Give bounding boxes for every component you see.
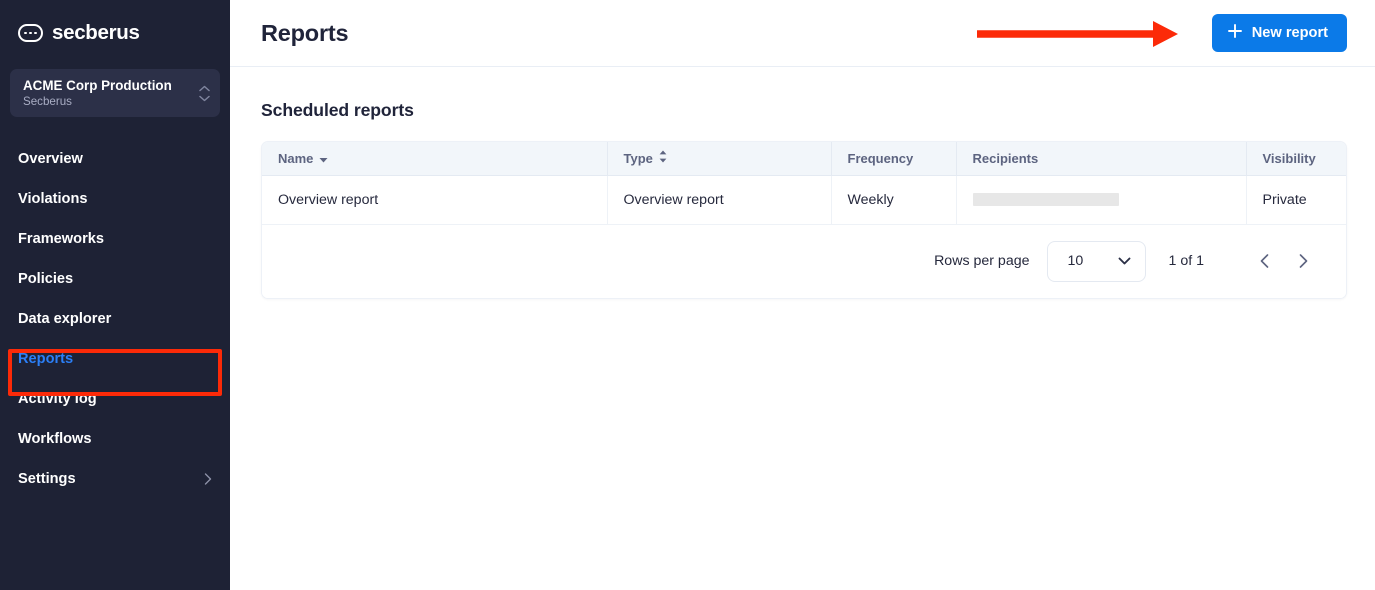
- sidebar-item-activity-log[interactable]: Activity log: [0, 379, 230, 419]
- table-head: Name Type Frequency Recipients Visibilit…: [262, 142, 1346, 176]
- column-header-frequency[interactable]: Frequency: [831, 142, 957, 176]
- main-content: Reports New report Scheduled reports Nam…: [230, 0, 1375, 590]
- cell-recipients: [956, 175, 1247, 225]
- page-header: Reports New report: [230, 0, 1375, 67]
- brand-logo[interactable]: secberus: [0, 0, 230, 66]
- column-header-recipients[interactable]: Recipients: [956, 142, 1247, 176]
- scheduled-reports-card: Name Type Frequency Recipients Visibilit…: [261, 141, 1347, 299]
- sidebar-item-label: Violations: [18, 191, 88, 207]
- rows-per-page-select[interactable]: 10: [1046, 240, 1146, 282]
- cell-type: Overview report: [607, 175, 832, 225]
- app-root: secberus ACME Corp Production Secberus O…: [0, 0, 1375, 590]
- table-body: Overview report Overview report Weekly P…: [262, 175, 1346, 225]
- rows-per-page-label: Rows per page: [934, 253, 1030, 269]
- annotation-arrow-to-new-report: [977, 21, 1178, 47]
- org-switcher-texts: ACME Corp Production Secberus: [23, 78, 199, 109]
- sidebar-item-label: Settings: [18, 471, 76, 487]
- page-title: Reports: [261, 19, 349, 46]
- cell-frequency: Weekly: [831, 175, 957, 225]
- column-label: Name: [278, 150, 314, 166]
- previous-page-button[interactable]: [1249, 246, 1279, 276]
- table-row[interactable]: Overview report Overview report Weekly P…: [262, 175, 1346, 225]
- header-actions: New report: [1211, 14, 1347, 52]
- column-label: Type: [623, 150, 653, 166]
- sidebar-item-label: Activity log: [18, 391, 97, 407]
- brand-name: secberus: [52, 21, 140, 44]
- sidebar-item-data-explorer[interactable]: Data explorer: [0, 299, 230, 339]
- chevron-up-down-icon: [199, 85, 210, 102]
- table-pagination: Rows per page 10 1 of 1: [262, 224, 1346, 298]
- table-header-row: Name Type Frequency Recipients Visibilit…: [262, 142, 1346, 176]
- next-page-button[interactable]: [1288, 246, 1318, 276]
- scheduled-reports-table: Name Type Frequency Recipients Visibilit…: [262, 142, 1346, 225]
- sidebar-item-label: Data explorer: [18, 311, 112, 327]
- reports-content: Scheduled reports Name Type Frequency Re…: [230, 67, 1375, 299]
- chevron-right-icon: [1299, 254, 1308, 268]
- new-report-button[interactable]: New report: [1211, 14, 1347, 52]
- section-title-scheduled-reports: Scheduled reports: [261, 100, 414, 120]
- column-label: Recipients: [972, 150, 1039, 166]
- sort-updown-icon: [659, 150, 667, 166]
- sidebar-item-reports[interactable]: Reports: [0, 339, 230, 379]
- redacted-recipients-value: [972, 193, 1119, 207]
- org-switcher[interactable]: ACME Corp Production Secberus: [10, 69, 220, 117]
- sidebar-nav: Overview Violations Frameworks Policies …: [0, 139, 230, 499]
- column-header-name[interactable]: Name: [262, 142, 608, 176]
- sidebar-item-label: Workflows: [18, 431, 92, 447]
- org-subtitle: Secberus: [23, 94, 72, 108]
- sidebar-item-label: Frameworks: [18, 231, 104, 247]
- sidebar: secberus ACME Corp Production Secberus O…: [0, 0, 230, 590]
- rows-per-page-value: 10: [1067, 253, 1084, 269]
- chevron-right-icon: [204, 473, 212, 485]
- sidebar-item-overview[interactable]: Overview: [0, 139, 230, 179]
- column-label: Frequency: [847, 150, 914, 166]
- page-indicator: 1 of 1: [1168, 253, 1205, 269]
- column-header-visibility[interactable]: Visibility: [1246, 142, 1346, 176]
- new-report-label: New report: [1251, 25, 1328, 41]
- sidebar-item-settings[interactable]: Settings: [0, 459, 230, 499]
- sidebar-item-label: Reports: [18, 351, 74, 367]
- column-label: Visibility: [1262, 150, 1316, 166]
- sidebar-item-workflows[interactable]: Workflows: [0, 419, 230, 459]
- cell-visibility: Private: [1246, 175, 1346, 225]
- chevron-down-icon: [1118, 257, 1131, 265]
- column-header-type[interactable]: Type: [607, 142, 832, 176]
- secberus-bubble-icon: [18, 24, 43, 42]
- sidebar-item-label: Overview: [18, 151, 83, 167]
- cell-name: Overview report: [262, 175, 608, 225]
- sidebar-item-frameworks[interactable]: Frameworks: [0, 219, 230, 259]
- sidebar-item-violations[interactable]: Violations: [0, 179, 230, 219]
- sidebar-item-label: Policies: [18, 271, 74, 287]
- plus-icon: [1227, 23, 1243, 43]
- triangle-down-icon: [319, 151, 328, 166]
- chevron-left-icon: [1260, 254, 1269, 268]
- org-name: ACME Corp Production: [23, 77, 172, 93]
- sidebar-item-policies[interactable]: Policies: [0, 259, 230, 299]
